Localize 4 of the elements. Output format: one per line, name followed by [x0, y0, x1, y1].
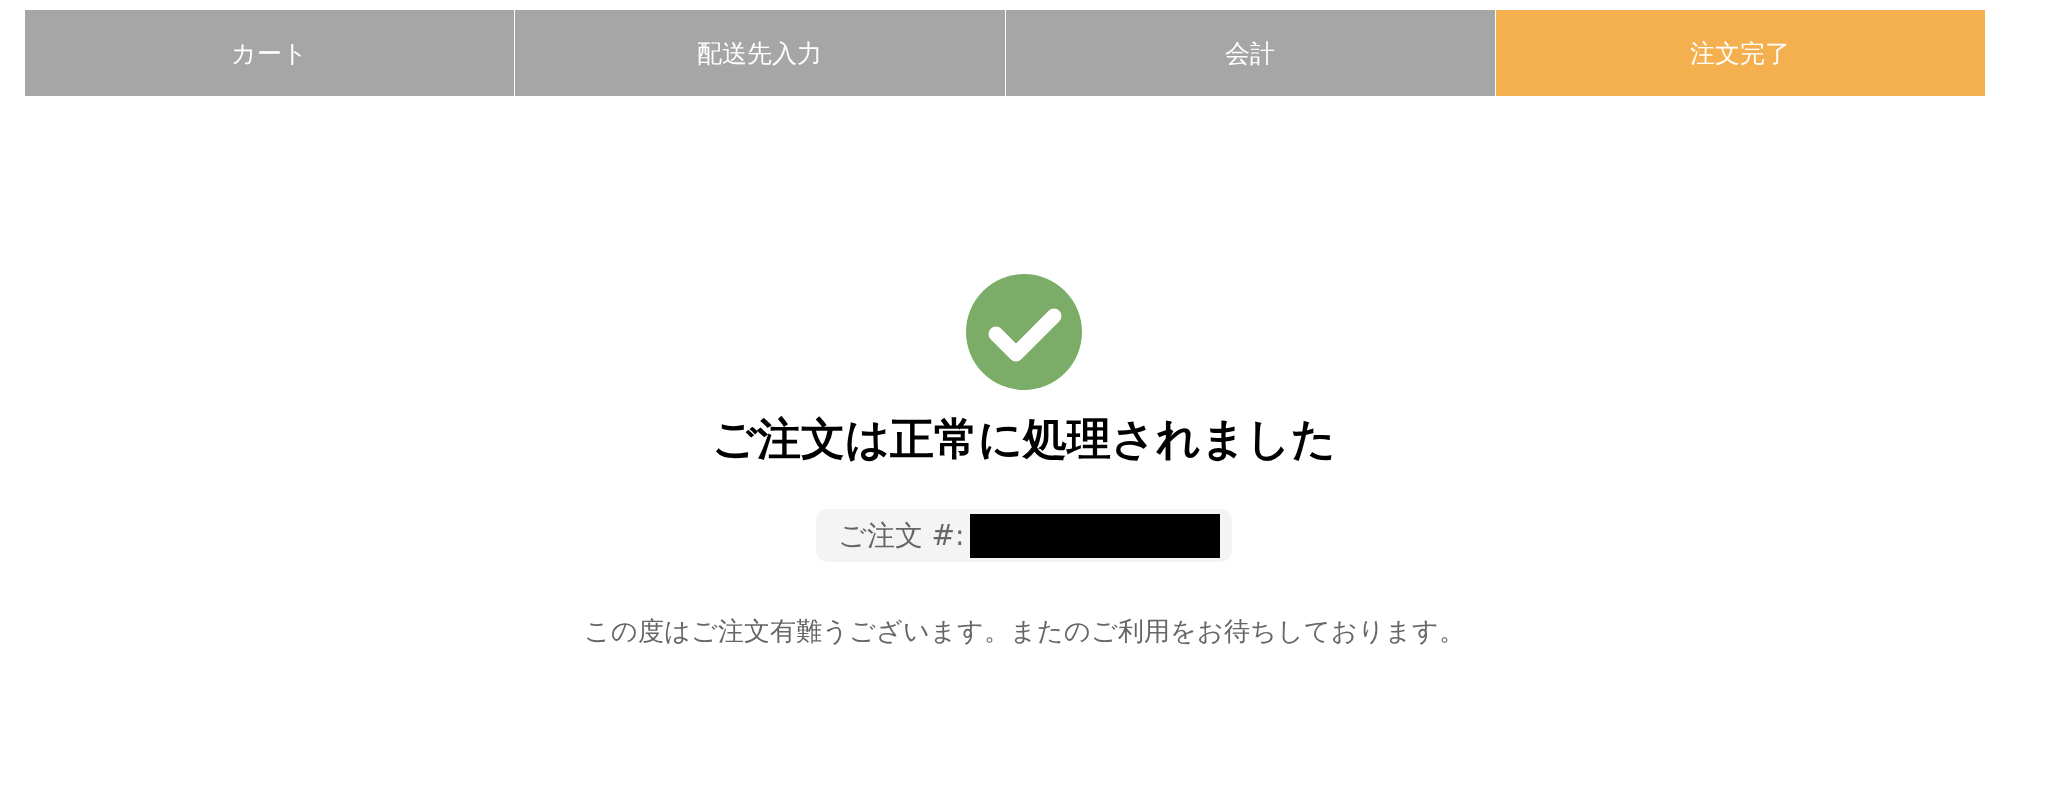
order-number-label: ご注文 #: [837, 517, 965, 554]
thank-you-message: この度はご注文有難うございます。またのご利用をお待ちしております。 [583, 615, 1465, 648]
success-heading: ご注文は正常に処理されました [712, 412, 1336, 466]
check-icon [966, 274, 1082, 390]
